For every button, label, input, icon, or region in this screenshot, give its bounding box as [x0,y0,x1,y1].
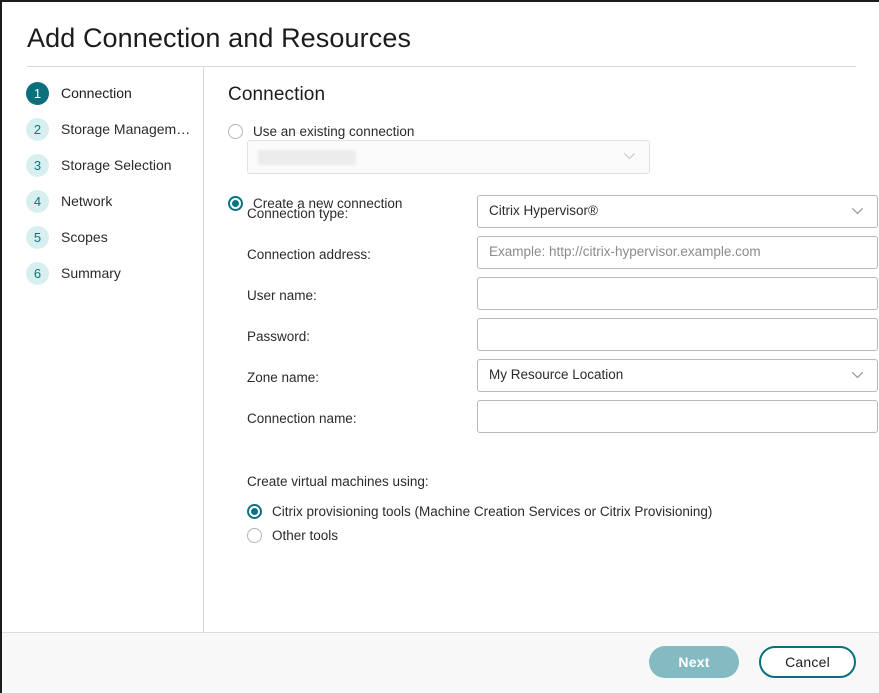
next-button[interactable]: Next [649,646,739,678]
sidebar-step-connection[interactable]: 1 Connection [26,80,196,106]
sidebar-step-scopes[interactable]: 5 Scopes [26,224,196,250]
field-zone-name: Zone name: My Resource Location [247,358,878,399]
user-name-label: User name: [247,288,317,303]
existing-connection-select [247,140,650,174]
sidebar-step-summary[interactable]: 6 Summary [26,260,196,286]
cancel-button[interactable]: Cancel [759,646,856,678]
main-pane: Connection Use an existing connection Cr… [228,84,879,629]
step-label: Network [61,193,112,209]
sidebar-step-storage-selection[interactable]: 3 Storage Selection [26,152,196,178]
field-connection-address: Connection address: Example: http://citri… [247,235,878,276]
step-number-badge: 1 [26,82,49,105]
field-password: Password: [247,317,878,358]
step-number-badge: 4 [26,190,49,213]
field-connection-type: Connection type: Citrix Hypervisor® [247,194,878,235]
vm-tools-radio-1[interactable] [247,528,262,543]
vm-tools-radio-0[interactable] [247,504,262,519]
step-label: Storage Manageme... [61,121,193,137]
step-number-badge: 2 [26,118,49,141]
connection-address-placeholder: Example: http://citrix-hypervisor.exampl… [489,244,761,259]
existing-connection-value-placeholder [258,150,356,165]
password-input[interactable] [477,318,878,351]
password-label: Password: [247,329,310,344]
vm-tools-section: Create virtual machines using: Citrix pr… [247,474,879,547]
connection-type-label: Connection type: [247,206,348,221]
vm-tools-heading: Create virtual machines using: [247,474,879,489]
connection-name-label: Connection name: [247,411,357,426]
step-number-badge: 6 [26,262,49,285]
step-number-badge: 3 [26,154,49,177]
sidebar-step-network[interactable]: 4 Network [26,188,196,214]
page-title: Add Connection and Resources [27,23,411,54]
connection-type-select[interactable]: Citrix Hypervisor® [477,195,878,228]
connection-address-input[interactable]: Example: http://citrix-hypervisor.exampl… [477,236,878,269]
step-label: Connection [61,85,132,101]
pane-heading: Connection [228,84,879,106]
user-name-input[interactable] [477,277,878,310]
chevron-down-icon[interactable] [852,372,863,379]
field-user-name: User name: [247,276,878,317]
vm-tools-label-1: Other tools [272,528,338,543]
chevron-down-icon [624,153,635,160]
use-existing-connection-label: Use an existing connection [253,124,414,139]
use-existing-connection-radio[interactable] [228,124,243,139]
create-new-connection-radio[interactable] [228,196,243,211]
connection-type-value: Citrix Hypervisor® [489,203,598,218]
add-connection-dialog: Add Connection and Resources 1 Connection… [0,0,879,693]
sidebar-step-storage-manageme[interactable]: 2 Storage Manageme... [26,116,196,142]
chevron-down-icon[interactable] [852,208,863,215]
wizard-step-list: 1 Connection 2 Storage Manageme... 3 Storage … [26,80,196,296]
step-number-badge: 5 [26,226,49,249]
vm-tools-option-0[interactable]: Citrix provisioning tools (Machine Creat… [247,499,879,523]
dialog-footer: Next Cancel [2,633,879,693]
vm-tools-label-0: Citrix provisioning tools (Machine Creat… [272,504,712,519]
step-label: Scopes [61,229,108,245]
connection-form: Connection type:Citrix Hypervisor®Connec… [247,194,878,440]
step-label: Storage Selection [61,157,172,173]
step-label: Summary [61,265,121,281]
column-divider [203,66,204,632]
header-divider [27,66,856,67]
zone-name-label: Zone name: [247,370,319,385]
zone-name-value: My Resource Location [489,367,623,382]
field-connection-name: Connection name: [247,399,878,440]
connection-address-label: Connection address: [247,247,371,262]
connection-name-input[interactable] [477,400,878,433]
zone-name-select[interactable]: My Resource Location [477,359,878,392]
vm-tools-option-1[interactable]: Other tools [247,523,879,547]
use-existing-connection-option[interactable]: Use an existing connection [228,120,879,142]
